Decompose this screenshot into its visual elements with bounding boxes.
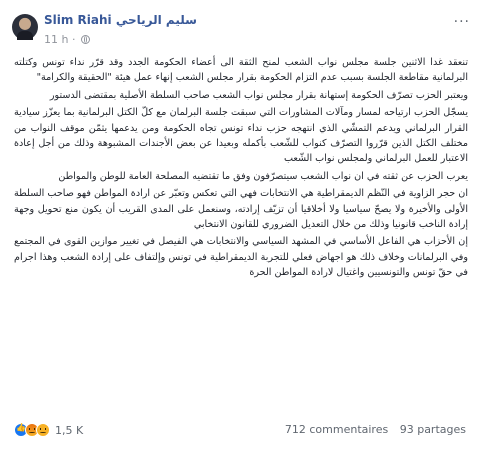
post-meta: 11 h · <box>44 33 90 46</box>
author-name-arabic[interactable]: سليم الرياحي <box>116 13 197 27</box>
author-name-latin[interactable]: Slim Riahi <box>44 13 112 27</box>
post-footer: 1,5 K 712 commentaires 93 partages <box>10 418 472 441</box>
face-mouth <box>40 432 46 434</box>
post-stats: 712 commentaires 93 partages <box>285 423 466 436</box>
reactions-count[interactable]: 1,5 K <box>55 424 83 437</box>
author-name[interactable]: Slim Riahi سليم الرياحي <box>44 13 197 27</box>
post-paragraph: يعرب الحزب عن ثقته في ان نواب الشعب سيتص… <box>58 170 468 182</box>
face-eyes <box>29 428 35 430</box>
globe-icon[interactable] <box>80 35 90 44</box>
sad-icon <box>36 423 50 437</box>
more-icon[interactable]: ··· <box>454 14 470 30</box>
facebook-post: Slim Riahi سليم الرياحي 11 h · ··· تنعقد… <box>0 0 482 453</box>
post-paragraph: يسجّل الحزب ارتياحه لمسار ومآلات المشاور… <box>14 107 468 165</box>
post-paragraph: ان حجر الزاوية في النّظم الديمقراطية هي … <box>14 188 468 231</box>
comments-count[interactable]: 712 commentaires <box>285 423 388 436</box>
face-mouth <box>29 432 35 434</box>
shares-count[interactable]: 93 partages <box>400 423 466 436</box>
separator-dot: · <box>71 33 76 46</box>
post-timestamp[interactable]: 11 h <box>44 33 68 46</box>
reactions-summary[interactable]: 1,5 K <box>14 423 83 437</box>
post-header: Slim Riahi سليم الرياحي 11 h · ··· <box>0 0 482 52</box>
author-avatar[interactable] <box>12 14 38 40</box>
post-paragraph: تنعقد غدا الاثنين جلسة مجلس نواب الشعب ل… <box>14 57 468 84</box>
post-paragraph: إن الأحزاب هي الفاعل الأساسي في المشهد ا… <box>14 236 468 279</box>
post-body: تنعقد غدا الاثنين جلسة مجلس نواب الشعب ل… <box>14 55 468 283</box>
post-paragraph: ويعتبر الحزب تصرّف الحكومة إستهانة بقرار… <box>49 89 468 101</box>
face-eyes <box>40 428 46 430</box>
avatar-suit <box>17 31 33 40</box>
